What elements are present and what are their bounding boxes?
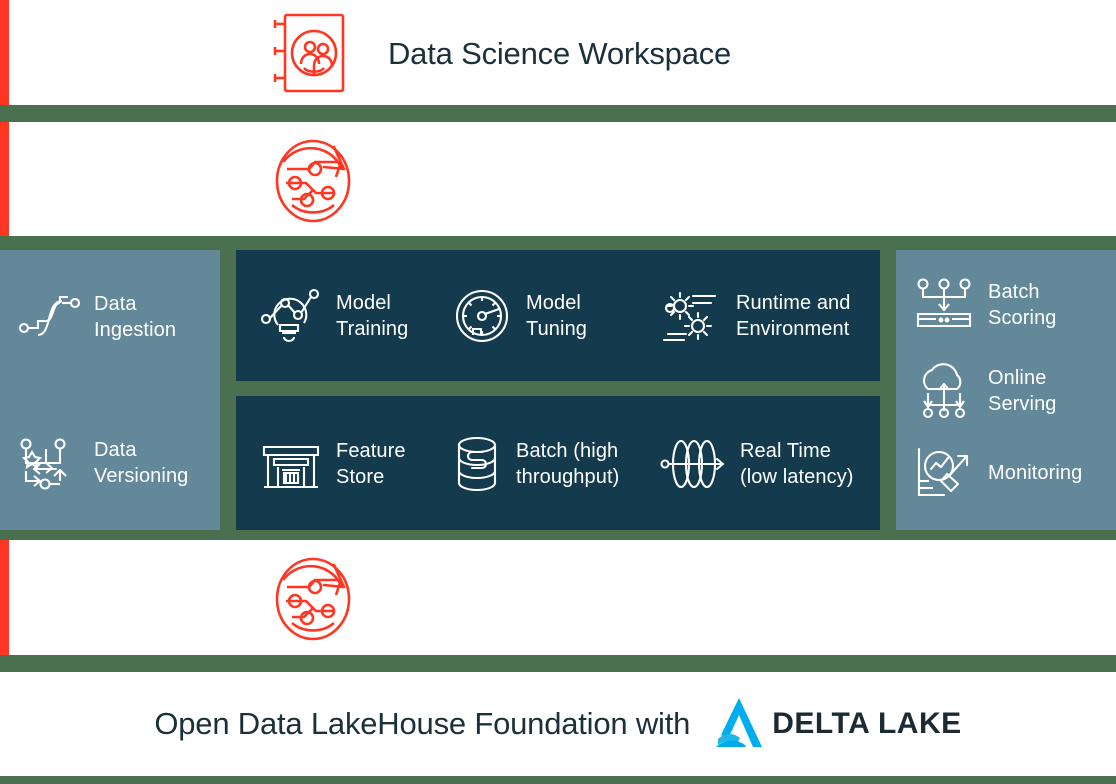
cell-label-batch-throughput: Batch (high throughput) [516,440,620,488]
panel-model-serving: Batch Scoring Online Serving Monitoring [896,250,1116,530]
circular-arrow-nodes-icon [268,553,358,641]
hero-label-data-science-workspace: Data Science Workspace [388,36,732,71]
cell-model-training: Model Training [260,278,450,354]
accent-stripe [0,122,9,236]
cell-runtime-environment: Runtime and Environment [660,278,890,354]
cell-data-ingestion: Data Ingestion [18,282,218,352]
delta-lake-triangle-icon [712,695,766,753]
cell-data-versioning: Data Versioning [18,428,218,498]
cell-online-serving: Online Serving [914,358,1116,424]
accent-stripe [0,0,9,105]
data-versioning-icon [18,436,80,490]
cell-label-model-tuning: Model Tuning [526,292,588,340]
lightbulb-network-icon [260,287,322,345]
accent-stripe [0,540,9,655]
storefront-icon [260,437,322,491]
panel-model-build: Model Training Model Tuning Runtime and … [236,250,880,381]
row-data-science-workspace: Data Science Workspace [0,0,1116,105]
cell-label-data-versioning: Data Versioning [94,439,189,487]
data-ingestion-icon [18,294,80,340]
cell-label-batch-scoring: Batch Scoring [988,281,1057,329]
waveform-icon [660,437,726,491]
gears-icon [660,288,722,344]
cell-label-online-serving: Online Serving [988,367,1057,415]
panel-serving-infrastructure: Feature Store Batch (high throughput) Re… [236,396,880,530]
cell-label-runtime-environment: Runtime and Environment [736,292,851,340]
divider-2 [0,236,1116,250]
divider-bottom [0,776,1116,784]
batch-scoring-icon [914,278,974,332]
cell-label-real-time-latency: Real Time (low latency) [740,440,854,488]
delta-lake-wordmark: DELTA LAKE [772,707,962,740]
cell-monitoring: Monitoring [914,440,1116,506]
footer-label: Open Data LakeHouse Foundation with [154,706,691,741]
panel-data-management: Data Ingestion Data Versioning [0,250,220,530]
footer-lakehouse-foundation: Open Data LakeHouse Foundation with DELT… [0,672,1116,776]
row-automl: AutoML [0,122,1116,319]
cell-label-monitoring: Monitoring [988,462,1083,484]
delta-lake-logo: DELTA LAKE [712,695,961,753]
cloud-serving-icon [914,363,974,419]
cell-label-feature-store: Feature Store [336,440,406,488]
circular-arrow-nodes-icon [268,135,358,223]
gauge-icon [452,288,512,344]
cell-batch-scoring: Batch Scoring [914,272,1116,338]
database-icon [452,435,502,493]
cell-label-model-training: Model Training [336,292,409,340]
cell-feature-store: Feature Store [260,426,450,502]
divider-3 [0,655,1116,672]
divider-1 [0,105,1116,122]
cell-label-data-ingestion: Data Ingestion [94,293,177,341]
cell-batch-throughput: Batch (high throughput) [452,426,652,502]
cell-model-tuning: Model Tuning [452,278,642,354]
architecture-diagram: Data Science Workspace AutoML [0,0,1116,784]
notebook-people-icon [268,10,354,96]
row-mlops-governance: MLOps / Governance [0,540,1116,655]
monitoring-magnifier-icon [914,445,974,501]
cell-real-time-latency: Real Time (low latency) [660,426,875,502]
